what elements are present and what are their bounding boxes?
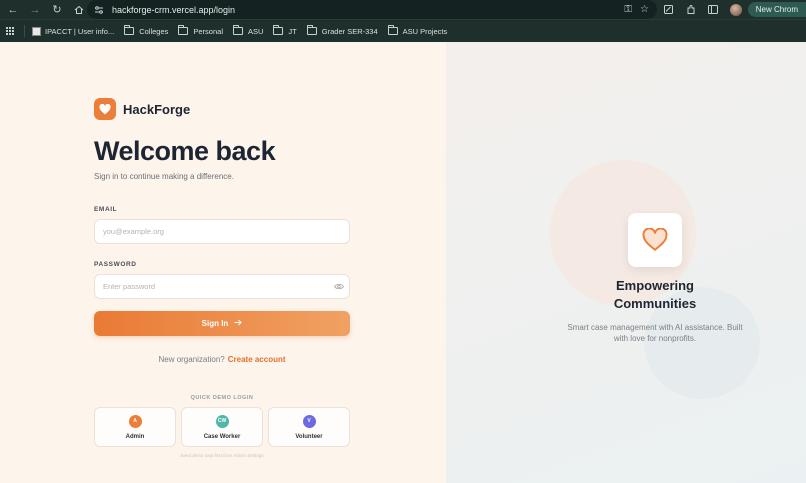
bookmark-folder-asu[interactable]: ASU	[233, 25, 264, 36]
brand: HackForge	[94, 98, 190, 120]
url-text[interactable]: hackforge-crm.vercel.app/login	[112, 5, 235, 15]
bookmark-label: Colleges	[139, 26, 169, 36]
extension-icon[interactable]	[658, 0, 680, 19]
bookmark-label: Personal	[193, 26, 223, 36]
hero-description: Smart case management with AI assistance…	[567, 323, 743, 343]
create-account-link[interactable]: Create account	[228, 355, 286, 364]
arrow-right-icon	[234, 319, 243, 328]
demo-login-admin[interactable]: A Admin	[94, 407, 176, 447]
bookmark-label: JT	[288, 26, 297, 36]
bookmark-label: ASU Projects	[402, 26, 448, 36]
address-bar[interactable]: hackforge-crm.vercel.app/login ⚿ ☆	[87, 0, 657, 19]
back-icon[interactable]: ←	[4, 0, 22, 19]
heart-logo-icon	[94, 98, 116, 120]
folder-icon	[273, 25, 284, 35]
folder-icon	[124, 25, 135, 35]
demo-role-name: Case Worker	[203, 433, 241, 440]
bookmark-folder-jt[interactable]: JT	[273, 25, 297, 36]
page-title: Welcome back	[94, 136, 276, 166]
folder-icon	[178, 25, 189, 35]
new-organization-prompt: New organization? Create account	[94, 355, 350, 364]
folder-icon	[387, 25, 398, 35]
bookmarks-bar: IPACCT | User info... Colleges Personal …	[0, 19, 806, 42]
hero-title-line: Empowering	[615, 278, 694, 293]
password-key-icon[interactable]: ⚿	[624, 4, 632, 15]
admin-avatar: A	[128, 414, 142, 428]
login-page: HackForge Welcome back Sign in to contin…	[0, 42, 806, 483]
browser-toolbar: ← → ↻ hackforge-crm.vercel.app/login ⚿ ☆…	[0, 0, 806, 19]
password-field[interactable]	[94, 274, 350, 299]
bookmark-ipacct[interactable]: IPACCT | User info...	[32, 26, 115, 36]
apps-grid-icon[interactable]	[6, 26, 15, 36]
profile-avatar[interactable]	[729, 3, 742, 16]
new-chrome-button[interactable]: New Chrom	[747, 2, 806, 17]
demo-login-options: A Admin CW Case Worker V Volunteer	[94, 407, 350, 447]
forward-icon[interactable]: →	[26, 0, 44, 19]
folder-icon	[233, 25, 243, 35]
email-field[interactable]	[94, 219, 350, 244]
bookmark-folder-colleges[interactable]: Colleges	[124, 25, 169, 36]
bookmark-label: ASU	[248, 26, 264, 36]
bookmark-folder-asu-projects[interactable]: ASU Projects	[387, 25, 448, 36]
site-settings-icon[interactable]	[92, 3, 106, 17]
bookmark-star-icon[interactable]: ☆	[640, 4, 649, 15]
reload-icon[interactable]: ↻	[48, 0, 66, 19]
demo-hint: Seed demo data first from Admin Settings	[180, 453, 264, 458]
show-password-eye-icon[interactable]	[333, 282, 344, 291]
heart-icon	[628, 213, 682, 267]
hero-title: Empowering Communities	[556, 277, 754, 313]
demo-role-name: Volunteer	[295, 433, 323, 440]
bookmark-label: IPACCT | User info...	[45, 26, 115, 36]
case-worker-avatar: CW	[215, 414, 229, 428]
folder-icon	[306, 25, 317, 35]
demo-login-case-worker[interactable]: CW Case Worker	[181, 407, 263, 447]
bookmark-label: Grader SER-334	[321, 26, 378, 36]
sign-in-button[interactable]: Sign In	[94, 311, 350, 336]
tab-search-icon[interactable]	[702, 0, 724, 19]
home-icon[interactable]	[70, 0, 88, 19]
ipacct-favicon-icon	[32, 26, 41, 36]
demo-role-name: Admin	[125, 433, 145, 440]
page-subtitle: Sign in to continue making a difference.	[94, 172, 234, 181]
demo-login-volunteer[interactable]: V Volunteer	[268, 407, 350, 447]
email-label: EMAIL	[94, 206, 118, 213]
bookmark-folder-grader[interactable]: Grader SER-334	[306, 25, 378, 36]
hero-panel: Empowering Communities Smart case manage…	[446, 42, 806, 483]
brand-name: HackForge	[123, 101, 191, 117]
volunteer-avatar: V	[302, 414, 316, 428]
puzzle-icon[interactable]	[680, 0, 702, 19]
quick-demo-label: QUICK DEMO LOGIN	[190, 395, 254, 401]
bookmark-folder-personal[interactable]: Personal	[178, 25, 223, 36]
new-org-text: New organization?	[158, 355, 225, 364]
hero-title-line: Communities	[613, 296, 697, 311]
sign-in-label: Sign In	[201, 319, 229, 328]
password-label: PASSWORD	[94, 261, 137, 268]
login-panel: HackForge Welcome back Sign in to contin…	[0, 42, 446, 483]
bookmarks-divider	[24, 25, 25, 37]
